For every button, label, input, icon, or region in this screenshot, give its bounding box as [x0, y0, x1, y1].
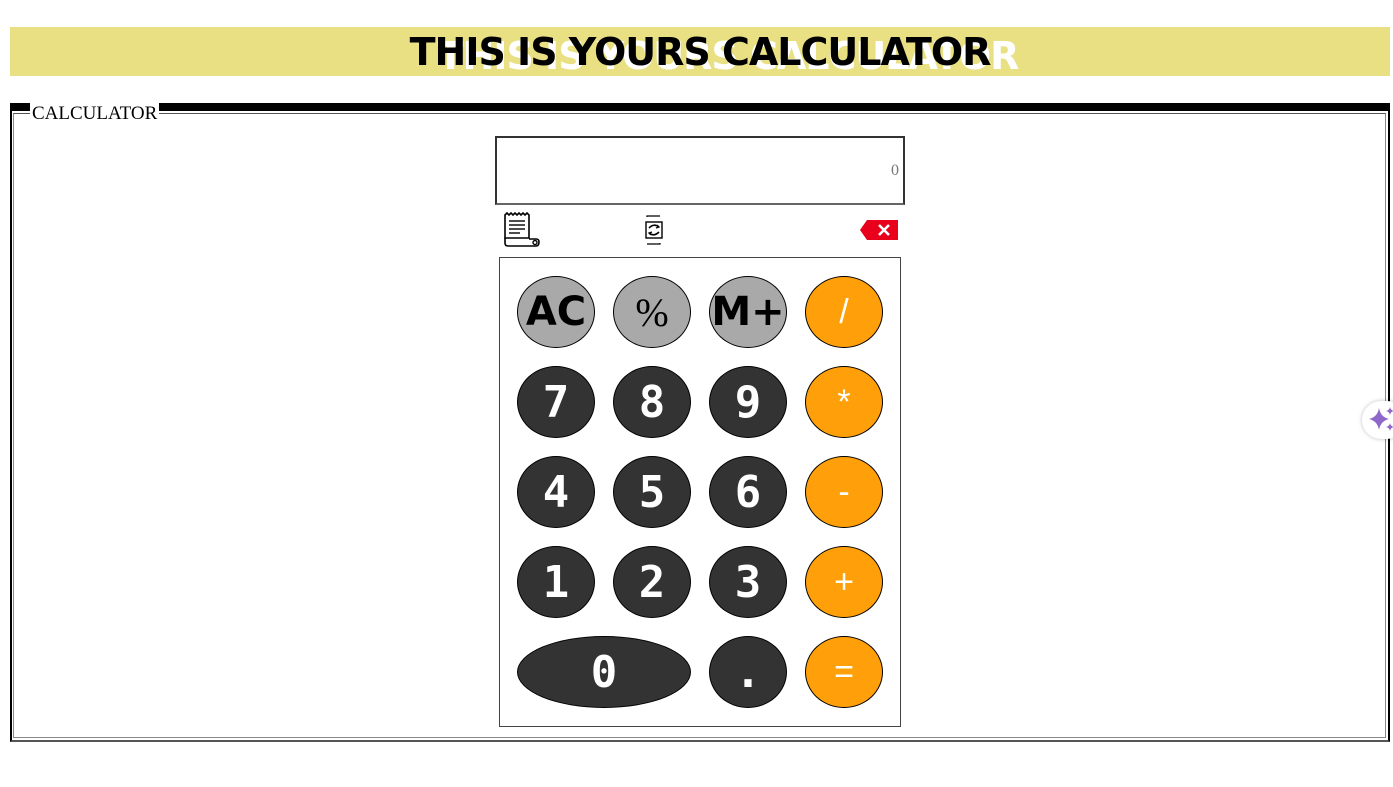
eight-button[interactable]: 8	[613, 366, 691, 438]
page-banner: THIS IS YOURS CALCULATOR THIS IS YOURS C…	[10, 27, 1390, 76]
one-button[interactable]: 1	[517, 546, 595, 618]
decimal-button[interactable]: .	[709, 636, 787, 708]
fieldset-legend: CALCULATOR	[30, 101, 160, 127]
converter-icon[interactable]	[644, 215, 664, 245]
fieldset-top-border	[12, 103, 1388, 111]
five-button[interactable]: 5	[613, 456, 691, 528]
sparkle-icon	[1369, 407, 1393, 431]
minus-button[interactable]: -	[805, 456, 883, 528]
percent-button[interactable]: %	[613, 276, 691, 348]
calculator-display: 0	[495, 136, 905, 205]
four-button[interactable]: 4	[517, 456, 595, 528]
three-button[interactable]: 3	[709, 546, 787, 618]
two-button[interactable]: 2	[613, 546, 691, 618]
display-value: 0	[891, 162, 899, 179]
nine-button[interactable]: 9	[709, 366, 787, 438]
seven-button[interactable]: 7	[517, 366, 595, 438]
receipt-icon[interactable]	[502, 211, 542, 248]
backspace-icon[interactable]	[859, 219, 899, 241]
assistant-widget[interactable]	[1362, 401, 1393, 439]
divide-button[interactable]: /	[805, 276, 883, 348]
page-title: THIS IS YOURS CALCULATOR	[409, 30, 992, 74]
memory-plus-button[interactable]: M+	[709, 276, 787, 348]
ac-button[interactable]: AC	[517, 276, 595, 348]
equals-button[interactable]: =	[805, 636, 883, 708]
plus-button[interactable]: +	[805, 546, 883, 618]
multiply-button[interactable]: *	[805, 366, 883, 438]
six-button[interactable]: 6	[709, 456, 787, 528]
zero-button[interactable]: 0	[517, 636, 691, 708]
